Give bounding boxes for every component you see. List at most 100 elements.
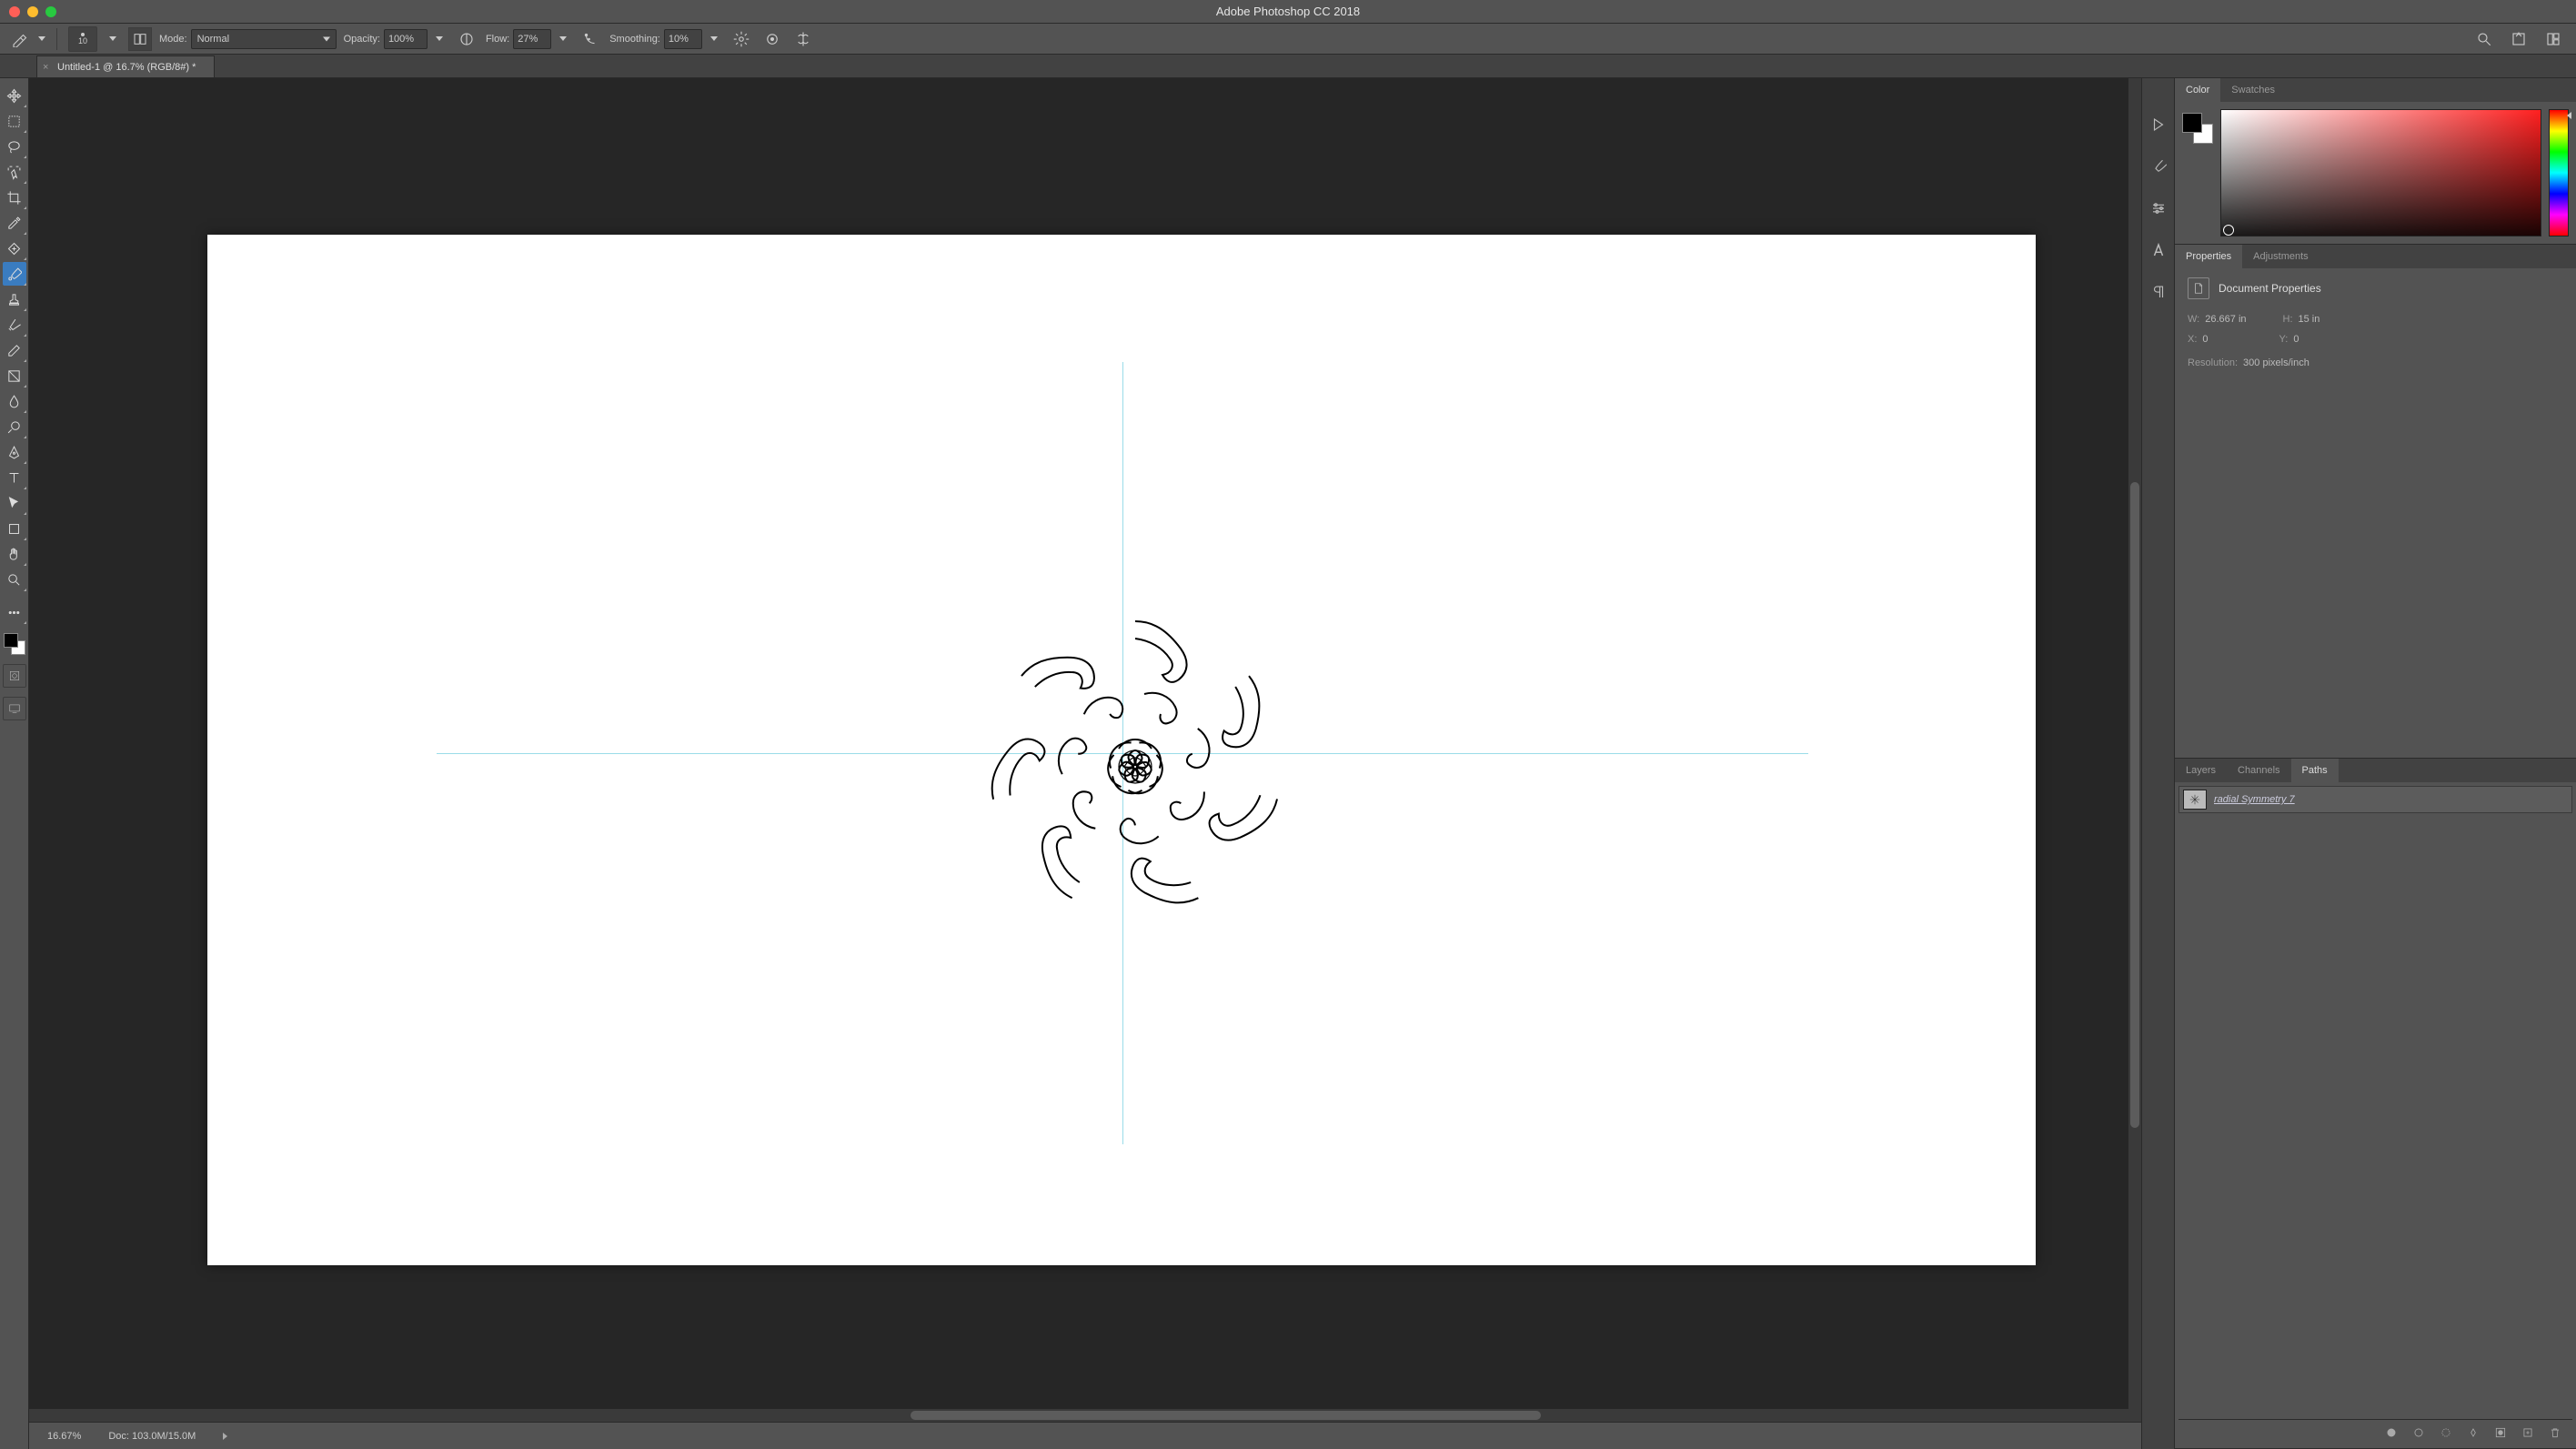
settings-panel-icon[interactable] <box>2148 198 2168 218</box>
document-tab-bar: × Untitled-1 @ 16.7% (RGB/8#) * <box>0 55 2576 78</box>
layers-tab[interactable]: Layers <box>2175 759 2227 782</box>
stroke-path-icon[interactable] <box>2410 1424 2427 1441</box>
character-panel-icon[interactable] <box>2148 240 2168 260</box>
new-path-icon[interactable] <box>2520 1424 2536 1441</box>
shape-tool[interactable] <box>3 517 26 540</box>
brush-size-label: 10 <box>78 36 87 45</box>
horizontal-scrollbar[interactable] <box>29 1409 2128 1422</box>
caret-down-icon <box>436 36 443 41</box>
opacity-control: Opacity: 100% <box>344 26 448 52</box>
doc-size[interactable]: Doc: 103.0M/15.0M <box>108 1431 196 1442</box>
zoom-tool[interactable] <box>3 568 26 591</box>
eraser-tool[interactable] <box>3 338 26 362</box>
color-spectrum[interactable] <box>2220 109 2541 236</box>
smoothing-value: 10% <box>669 34 689 45</box>
opacity-label: Opacity: <box>344 34 380 45</box>
canvas-viewport[interactable]: 16.67% Doc: 103.0M/15.0M <box>29 78 2141 1449</box>
path-select-tool[interactable] <box>3 491 26 515</box>
minimize-window-button[interactable] <box>27 6 38 17</box>
horizontal-scrollbar-thumb[interactable] <box>911 1411 1540 1420</box>
quick-select-tool[interactable] <box>3 160 26 184</box>
zoom-level[interactable]: 16.67% <box>47 1431 81 1442</box>
x-value: 0 <box>2202 334 2208 345</box>
smoothing-options-gear[interactable] <box>730 27 753 51</box>
hue-slider-thumb[interactable] <box>2567 112 2571 119</box>
close-tab-icon[interactable]: × <box>43 62 48 73</box>
hue-slider[interactable] <box>2549 109 2569 236</box>
tool-preset-picker[interactable] <box>7 27 31 51</box>
mode-select[interactable]: Normal <box>191 29 337 49</box>
color-tab[interactable]: Color <box>2175 78 2220 102</box>
tablet-pressure-size-icon[interactable] <box>760 27 784 51</box>
close-window-button[interactable] <box>9 6 20 17</box>
smoothing-input[interactable]: 10% <box>664 29 702 49</box>
hand-tool[interactable] <box>3 542 26 566</box>
paths-panel: radial Symmetry 7 <box>2175 782 2576 1448</box>
foreground-color-swatch[interactable] <box>4 633 18 648</box>
load-selection-icon[interactable] <box>2438 1424 2454 1441</box>
pen-tool[interactable] <box>3 440 26 464</box>
dodge-tool[interactable] <box>3 415 26 438</box>
vertical-scrollbar[interactable] <box>2128 78 2141 1424</box>
mandala-artwork <box>953 585 1317 949</box>
crop-tool[interactable] <box>3 186 26 209</box>
history-panel-icon[interactable] <box>2148 115 2168 135</box>
maximize-window-button[interactable] <box>45 6 56 17</box>
make-workpath-icon[interactable] <box>2465 1424 2481 1441</box>
search-icon[interactable] <box>2472 27 2496 51</box>
vertical-scrollbar-thumb[interactable] <box>2130 482 2139 1128</box>
flow-caret[interactable] <box>555 26 571 52</box>
tool-preset-caret-icon <box>38 36 45 41</box>
window-controls <box>9 6 56 17</box>
symmetry-toggle[interactable] <box>791 27 815 51</box>
paths-tab[interactable]: Paths <box>2291 759 2339 782</box>
color-fg-bg-swatches[interactable] <box>2182 113 2213 144</box>
brush-preset-caret[interactable] <box>105 26 121 52</box>
document-tab[interactable]: × Untitled-1 @ 16.7% (RGB/8#) * <box>36 55 215 77</box>
status-caret-icon[interactable] <box>223 1433 227 1440</box>
type-tool[interactable] <box>3 466 26 489</box>
tablet-opacity-icon[interactable] <box>455 27 478 51</box>
stamp-tool[interactable] <box>3 287 26 311</box>
marquee-tool[interactable] <box>3 109 26 133</box>
healing-tool[interactable] <box>3 236 26 260</box>
fg-color-swatch[interactable] <box>2182 113 2202 133</box>
caret-down-icon <box>710 36 718 41</box>
lasso-tool[interactable] <box>3 135 26 158</box>
delete-path-icon[interactable] <box>2547 1424 2563 1441</box>
brush-settings-toggle[interactable] <box>128 27 152 51</box>
brush-tool[interactable] <box>3 262 26 286</box>
eyedropper-tool[interactable] <box>3 211 26 235</box>
smoothing-caret[interactable] <box>706 26 722 52</box>
edit-toolbar-icon[interactable] <box>3 600 26 624</box>
workspace-switcher-icon[interactable] <box>2541 27 2565 51</box>
swatches-tab[interactable]: Swatches <box>2220 78 2286 102</box>
path-item[interactable]: radial Symmetry 7 <box>2179 786 2572 813</box>
quick-mask-toggle[interactable] <box>3 664 26 688</box>
properties-tab[interactable]: Properties <box>2175 245 2242 268</box>
gradient-tool[interactable] <box>3 364 26 387</box>
opacity-value: 100% <box>388 34 414 45</box>
canvas[interactable] <box>207 235 2036 1265</box>
flow-input[interactable]: 27% <box>513 29 551 49</box>
share-icon[interactable] <box>2507 27 2531 51</box>
opacity-input[interactable]: 100% <box>384 29 428 49</box>
color-panel-group: Color Swatches <box>2175 78 2576 245</box>
options-bar: 10 Mode: Normal Opacity: 100% Flow: 27% <box>0 24 2576 55</box>
adjustments-tab[interactable]: Adjustments <box>2242 245 2319 268</box>
brush-preset-picker[interactable]: 10 <box>68 26 97 52</box>
move-tool[interactable] <box>3 84 26 107</box>
history-brush-tool[interactable] <box>3 313 26 337</box>
mask-path-icon[interactable] <box>2492 1424 2509 1441</box>
screen-mode-toggle[interactable] <box>3 697 26 720</box>
opacity-caret[interactable] <box>431 26 448 52</box>
paragraph-panel-icon[interactable] <box>2148 282 2168 302</box>
airbrush-toggle[interactable] <box>579 27 602 51</box>
path-name[interactable]: radial Symmetry 7 <box>2214 794 2295 805</box>
blur-tool[interactable] <box>3 389 26 413</box>
brush-panel-icon[interactable] <box>2148 156 2168 176</box>
fill-path-icon[interactable] <box>2383 1424 2400 1441</box>
y-value: 0 <box>2293 334 2299 345</box>
fg-bg-color-picker[interactable] <box>4 633 25 655</box>
channels-tab[interactable]: Channels <box>2227 759 2290 782</box>
